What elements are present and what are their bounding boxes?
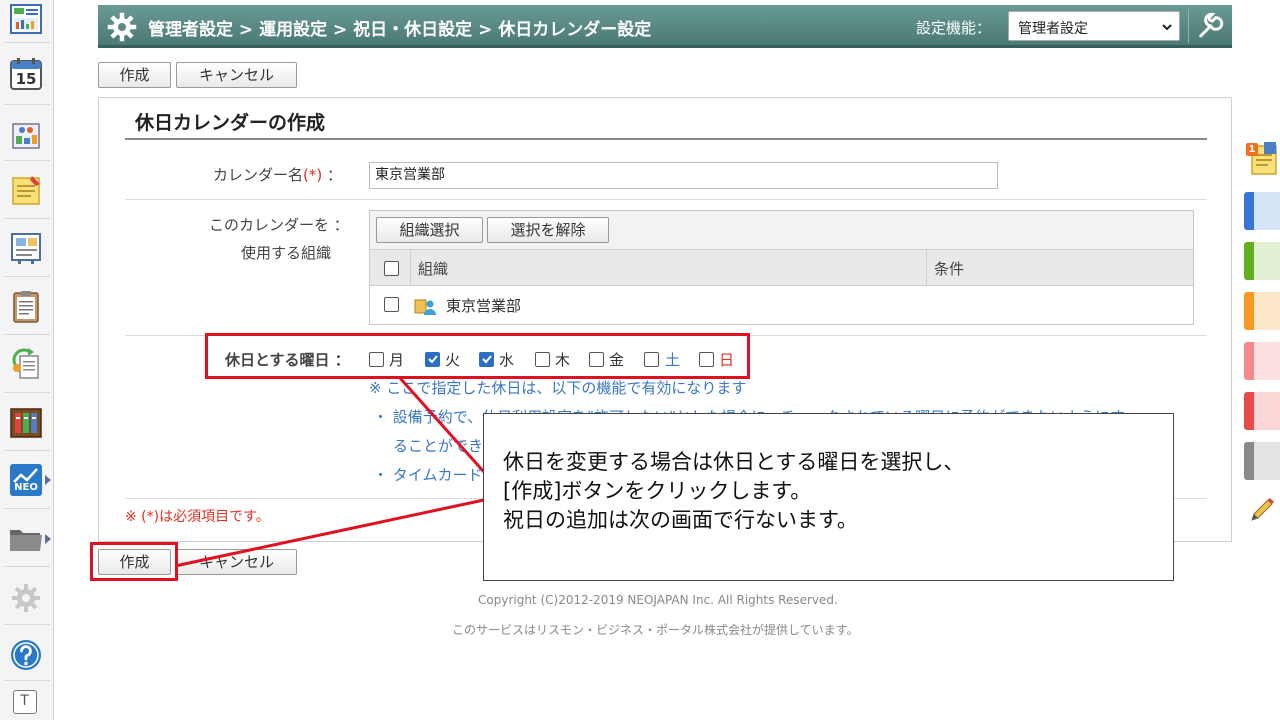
- blue-tab[interactable]: [1244, 192, 1280, 230]
- function-select-value: 管理者設定: [1018, 21, 1088, 37]
- org-table-header: 組織 条件: [370, 249, 1193, 286]
- org-column-header: 組織: [418, 260, 449, 278]
- instruction-callout: 休日を変更する場合は休日とする曜日を選択し、 [作成]ボタンをクリックします。 …: [483, 413, 1174, 581]
- folder-icon[interactable]: [8, 520, 44, 556]
- function-select[interactable]: 管理者設定: [1008, 11, 1180, 41]
- callout-line-2: [作成]ボタンをクリックします。: [503, 479, 812, 503]
- weekday-highlight-frame: [205, 333, 750, 379]
- org-row-checkbox[interactable]: [384, 297, 399, 312]
- breadcrumb: 管理者設定 > 運用設定 > 祝日・休日設定 > 休日カレンダー設定: [148, 20, 652, 40]
- app-root: 15 NEO T 管理者設定 > 運用設定 > 祝日・休日設定 > 休日カレンダ…: [0, 0, 1280, 720]
- organization-icon: [414, 299, 436, 315]
- gear-icon: [107, 12, 137, 42]
- workflow-icon[interactable]: [8, 346, 44, 382]
- calendar-name-input[interactable]: 東京営業部: [369, 162, 998, 189]
- org-selection-box: 組織選択 選択を解除 組織 条件 東京営業部: [369, 210, 1194, 325]
- copyright-text: Copyright (C)2012-2019 NEOJAPAN Inc. All…: [478, 593, 838, 607]
- page-title: 休日カレンダーの作成: [135, 112, 326, 134]
- callout-line-3: 祝日の追加は次の画面で行ないます。: [503, 508, 858, 532]
- memo-pad-icon[interactable]: 1: [1244, 140, 1278, 178]
- right-strip: 1: [1240, 130, 1280, 550]
- label-colon: ：: [327, 166, 343, 184]
- text-icon-label: T: [20, 693, 29, 709]
- function-label: 設定機能：: [916, 19, 992, 37]
- portal-icon[interactable]: [8, 2, 44, 38]
- wrench-icon: [1199, 12, 1224, 38]
- calendar-name-label-text: カレンダー名: [213, 166, 304, 184]
- org-clear-button[interactable]: 選択を解除: [487, 217, 609, 243]
- org-select-button[interactable]: 組織選択: [376, 217, 483, 243]
- required-mark: (*): [303, 166, 323, 184]
- create-button-top[interactable]: 作成: [98, 62, 171, 88]
- pink-tab[interactable]: [1244, 342, 1280, 380]
- header-bar: 管理者設定 > 運用設定 > 祝日・休日設定 > 休日カレンダー設定 設定機能：…: [98, 5, 1232, 48]
- orange-tab[interactable]: [1244, 292, 1280, 330]
- holiday-note-3: ることができ: [393, 437, 484, 455]
- table-row: 東京営業部: [370, 286, 1193, 324]
- folder-expand-arrow-icon[interactable]: [45, 534, 51, 544]
- holiday-note-4: ・ タイムカード: [373, 466, 483, 484]
- green-tab[interactable]: [1244, 242, 1280, 280]
- memo-icon[interactable]: [8, 172, 44, 208]
- board-icon[interactable]: [8, 230, 44, 266]
- facility-icon[interactable]: [8, 116, 44, 152]
- holiday-note-1: ※ ここで指定した休日は、以下の機能で有効になります: [369, 379, 747, 397]
- chevron-down-icon: [1162, 24, 1172, 31]
- report-icon[interactable]: [8, 288, 44, 324]
- condition-column-header: 条件: [934, 260, 965, 278]
- provider-text: このサービスはリスモン・ビジネス・ポータル株式会社が提供しています。: [452, 623, 859, 637]
- org-label-line-1: このカレンダーを ：: [209, 216, 349, 234]
- cancel-button-bottom[interactable]: キャンセル: [176, 549, 297, 575]
- gray-tab[interactable]: [1244, 442, 1280, 480]
- help-icon[interactable]: [8, 637, 44, 673]
- callout-line-1: 休日を変更する場合は休日とする曜日を選択し、: [503, 450, 965, 474]
- create-button-highlight-frame: [90, 542, 178, 581]
- wrench-button[interactable]: [1188, 9, 1228, 43]
- settings-icon[interactable]: [8, 580, 44, 616]
- notification-badge: 1: [1248, 144, 1256, 155]
- cancel-button-top[interactable]: キャンセル: [176, 62, 297, 88]
- schedule-icon[interactable]: 15: [8, 56, 44, 92]
- calendar-name-label: カレンダー名(*) ：: [213, 164, 342, 185]
- schedule-day-number: 15: [15, 70, 37, 88]
- left-sidebar: 15 NEO T: [0, 0, 54, 720]
- org-row-name: 東京営業部: [446, 297, 522, 315]
- red-tab[interactable]: [1244, 392, 1280, 430]
- title-divider: [125, 138, 1207, 140]
- neo-icon[interactable]: NEO: [8, 462, 44, 498]
- cabinet-icon[interactable]: [8, 405, 44, 441]
- org-select-all-checkbox[interactable]: [384, 261, 399, 276]
- neo-expand-arrow-icon[interactable]: [45, 475, 51, 485]
- text-icon[interactable]: T: [13, 690, 37, 714]
- org-label-line-2: 使用する組織: [241, 244, 332, 262]
- neo-icon-text: NEO: [14, 482, 38, 493]
- pencil-icon[interactable]: [1246, 496, 1276, 526]
- required-note: ※ (*)は必須項目です。: [125, 509, 270, 525]
